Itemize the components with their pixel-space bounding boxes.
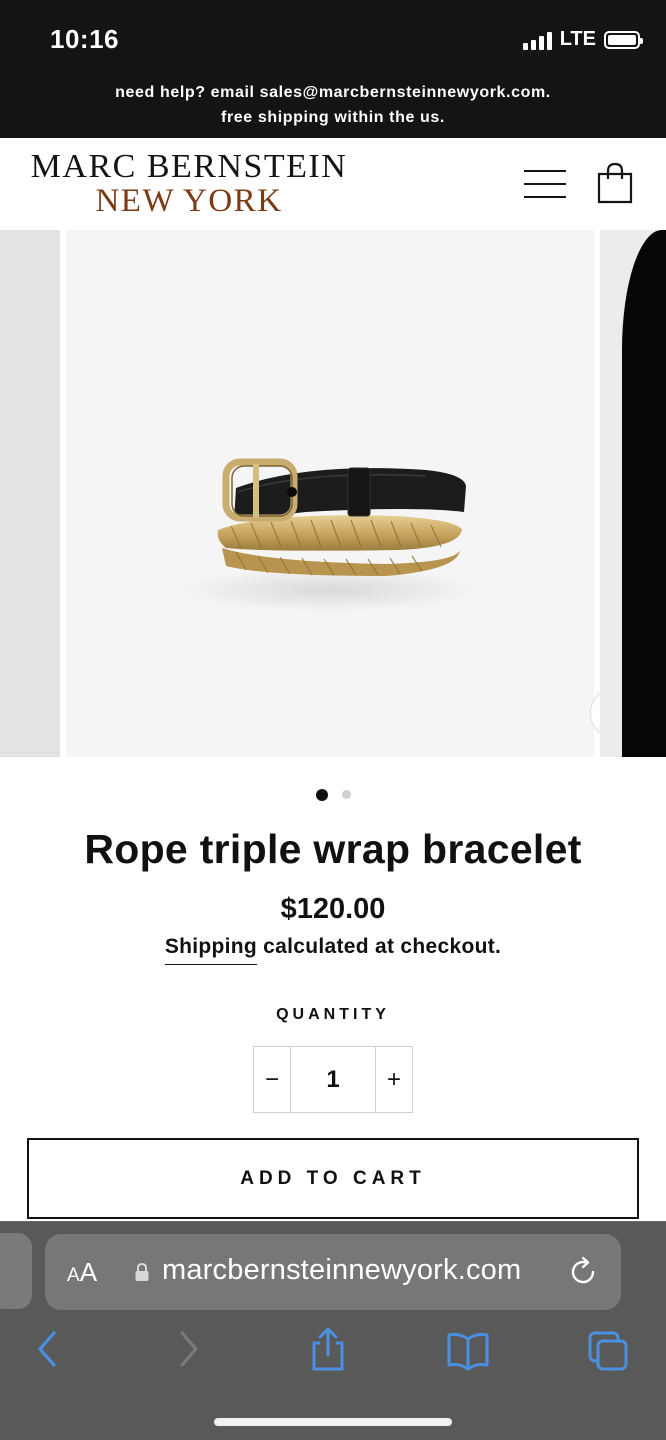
add-to-cart-button[interactable]: ADD TO CART (27, 1138, 639, 1219)
status-icons: LTE (522, 28, 643, 51)
shopping-bag-icon[interactable] (596, 162, 634, 204)
url-text[interactable]: marcbernsteinnewyork.com (162, 1254, 521, 1287)
product-price: $120.00 (280, 893, 386, 925)
logo-line-1: MARC BERNSTEIN (30, 148, 348, 185)
network-type: LTE (559, 28, 596, 50)
quantity-increase-button[interactable]: + (376, 1047, 412, 1112)
product-gallery[interactable] (0, 230, 666, 757)
tabs-icon[interactable] (586, 1325, 630, 1375)
quantity-label: QUANTITY (276, 1006, 390, 1023)
forward-icon[interactable] (168, 1325, 212, 1375)
lock-icon (135, 1262, 149, 1281)
browser-bottom-bar: AA marcbernsteinnewyork.com (0, 1221, 666, 1440)
announcement-shipping-text: free shipping within the us. (221, 109, 445, 126)
share-icon[interactable] (306, 1325, 350, 1375)
quantity-stepper: − 1 + (253, 1046, 413, 1113)
pagination-dot[interactable] (341, 790, 351, 800)
reload-icon[interactable] (567, 1256, 599, 1288)
logo-line-2: NEW YORK (95, 183, 283, 219)
status-time: 10:16 (50, 24, 119, 54)
status-bar: 10:16 LTE (0, 0, 666, 80)
site-logo[interactable]: MARC BERNSTEIN NEW YORK (26, 148, 352, 219)
announcement-bar: need help? email sales@marcbernsteinnewy… (0, 80, 666, 138)
text-size-button[interactable]: AA (67, 1257, 97, 1288)
pagination-dot-active[interactable] (315, 788, 328, 801)
home-indicator[interactable] (214, 1418, 452, 1426)
gallery-next-slide-peek[interactable] (600, 230, 666, 757)
gallery-prev-slide-peek[interactable] (0, 230, 60, 757)
gallery-pagination (0, 786, 666, 804)
product-image[interactable] (66, 230, 642, 757)
shipping-link[interactable]: Shipping (164, 935, 258, 965)
bracelet-image (180, 458, 480, 612)
previous-tab-peek[interactable] (0, 1233, 32, 1309)
quantity-input[interactable]: 1 (290, 1047, 376, 1112)
browser-toolbar (0, 1325, 666, 1385)
battery-icon (604, 30, 643, 49)
site-header: MARC BERNSTEIN NEW YORK (0, 138, 666, 230)
shipping-note: Shipping calculated at checkout. (0, 935, 666, 965)
quantity-decrease-button[interactable]: − (254, 1047, 290, 1112)
back-icon[interactable] (30, 1325, 74, 1375)
hamburger-menu-icon[interactable] (524, 168, 566, 200)
shipping-note-text: calculated at checkout. (257, 935, 502, 958)
address-bar[interactable]: AA marcbernsteinnewyork.com (45, 1234, 621, 1310)
bookmarks-icon[interactable] (446, 1325, 490, 1375)
cellular-signal-icon (522, 30, 552, 50)
product-title: Rope triple wrap bracelet (84, 826, 582, 872)
announcement-help-text[interactable]: need help? email sales@marcbernsteinnewy… (0, 80, 666, 105)
